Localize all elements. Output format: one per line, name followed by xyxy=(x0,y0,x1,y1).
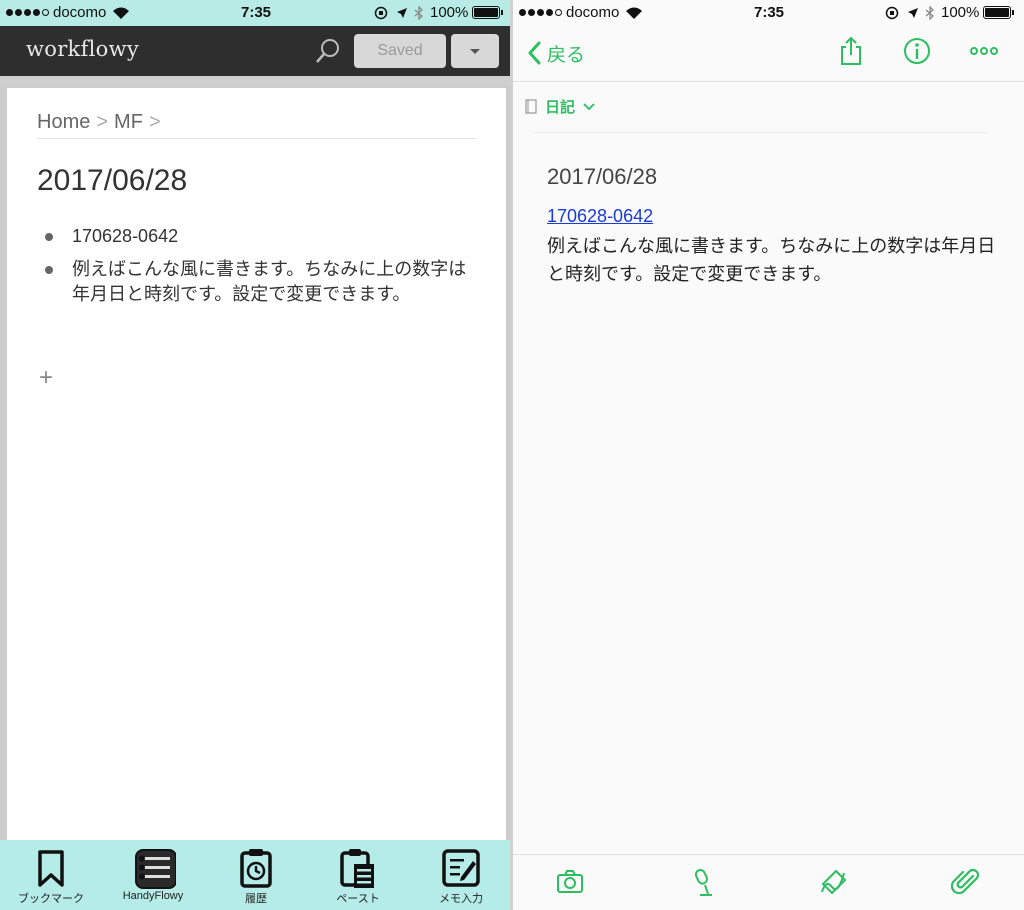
clock: 7:35 xyxy=(754,4,785,21)
battery-icon xyxy=(983,6,1015,19)
bullet-icon[interactable] xyxy=(45,266,53,274)
breadcrumb: Home > MF > xyxy=(37,111,161,133)
note-link[interactable]: 170628-0642 xyxy=(547,206,653,227)
location-icon xyxy=(908,7,918,18)
paste-icon xyxy=(340,849,374,888)
wifi-icon xyxy=(113,7,130,19)
more-icon[interactable] xyxy=(969,36,999,66)
note-title[interactable]: 2017/06/28 xyxy=(547,164,657,190)
outline-list: 170628-0642 例えばこんな風に書きます。ちなみに上の数字は年月日と時刻… xyxy=(37,224,477,315)
signal-icon xyxy=(6,9,49,16)
battery-icon xyxy=(472,6,504,19)
outline-item[interactable]: 例えばこんな風に書きます。ちなみに上の数字は年月日と時刻です。設定で変更できます… xyxy=(37,257,477,307)
notebook-label: 日記 xyxy=(545,99,576,116)
bottom-toolbar xyxy=(513,854,1024,910)
toolbar-memo-input[interactable]: メモ入力 xyxy=(410,840,512,910)
header-gap xyxy=(0,76,512,86)
page-title[interactable]: 2017/06/28 xyxy=(37,164,187,198)
caret-down-icon xyxy=(470,49,480,54)
toolbar-paste[interactable]: ペースト xyxy=(307,840,409,910)
chevron-left-icon xyxy=(528,41,541,65)
workflowy-screen: docomo 7:35 100% workflowy Saved Home > MF… xyxy=(0,0,512,910)
breadcrumb-mf[interactable]: MF xyxy=(114,111,143,133)
share-icon[interactable] xyxy=(836,36,866,66)
toolbar-history[interactable]: 履歴 xyxy=(205,840,307,910)
nav-bar: 戻る xyxy=(513,26,1024,82)
add-item-button[interactable]: + xyxy=(39,364,53,392)
rotation-lock-icon xyxy=(885,6,899,19)
toolbar-handyflowy[interactable]: HandyFlowy xyxy=(102,840,204,910)
info-icon[interactable] xyxy=(902,36,932,66)
microphone-icon[interactable] xyxy=(688,867,718,897)
history-icon xyxy=(240,849,272,888)
status-bar: docomo 7:35 100% xyxy=(513,0,1024,26)
location-icon xyxy=(397,7,407,18)
bottom-toolbar: ブックマーク HandyFlowy 履歴 ペースト メモ入力 xyxy=(0,840,512,910)
status-bar: docomo 7:35 100% xyxy=(0,0,512,26)
outline-page: Home > MF > 2017/06/28 170628-0642 例えばこんな風に… xyxy=(7,88,506,840)
notebook-selector[interactable]: 日記 xyxy=(525,96,595,117)
menu-dropdown-button[interactable] xyxy=(451,34,499,68)
back-button[interactable]: 戻る xyxy=(527,38,585,68)
search-icon[interactable] xyxy=(313,36,343,66)
bullet-icon[interactable] xyxy=(45,233,53,241)
bluetooth-icon xyxy=(414,5,423,20)
status-right: 100% xyxy=(374,4,504,21)
app-header: workflowy Saved xyxy=(0,26,512,76)
camera-icon[interactable] xyxy=(555,867,585,897)
breadcrumb-divider xyxy=(37,138,477,139)
attachment-icon[interactable] xyxy=(951,867,981,897)
evernote-screen: docomo 7:35 100% 戻る 日記 2017/06/28 170628… xyxy=(513,0,1024,910)
breadcrumb-home[interactable]: Home xyxy=(37,111,90,133)
signal-icon xyxy=(519,9,562,16)
handwriting-icon[interactable] xyxy=(818,867,848,897)
carrier: docomo xyxy=(6,4,130,21)
handyflowy-icon xyxy=(135,849,176,889)
outline-item[interactable]: 170628-0642 xyxy=(37,224,477,249)
memo-input-icon xyxy=(442,849,480,887)
status-right: 100% xyxy=(885,4,1015,21)
saved-button[interactable]: Saved xyxy=(354,34,446,68)
title-divider xyxy=(533,132,989,133)
bluetooth-icon xyxy=(925,5,934,20)
note-body[interactable]: 例えばこんな風に書きます。ちなみに上の数字は年月日と時刻です。設定で変更できます… xyxy=(547,232,997,288)
wifi-icon xyxy=(626,7,643,19)
toolbar-bookmark[interactable]: ブックマーク xyxy=(0,840,102,910)
notebook-icon xyxy=(525,99,537,114)
chevron-down-icon xyxy=(583,102,595,110)
rotation-lock-icon xyxy=(374,6,388,19)
carrier: docomo xyxy=(519,4,643,21)
bookmark-icon xyxy=(38,850,64,887)
clock: 7:35 xyxy=(241,4,272,21)
app-logo[interactable]: workflowy xyxy=(26,37,139,61)
